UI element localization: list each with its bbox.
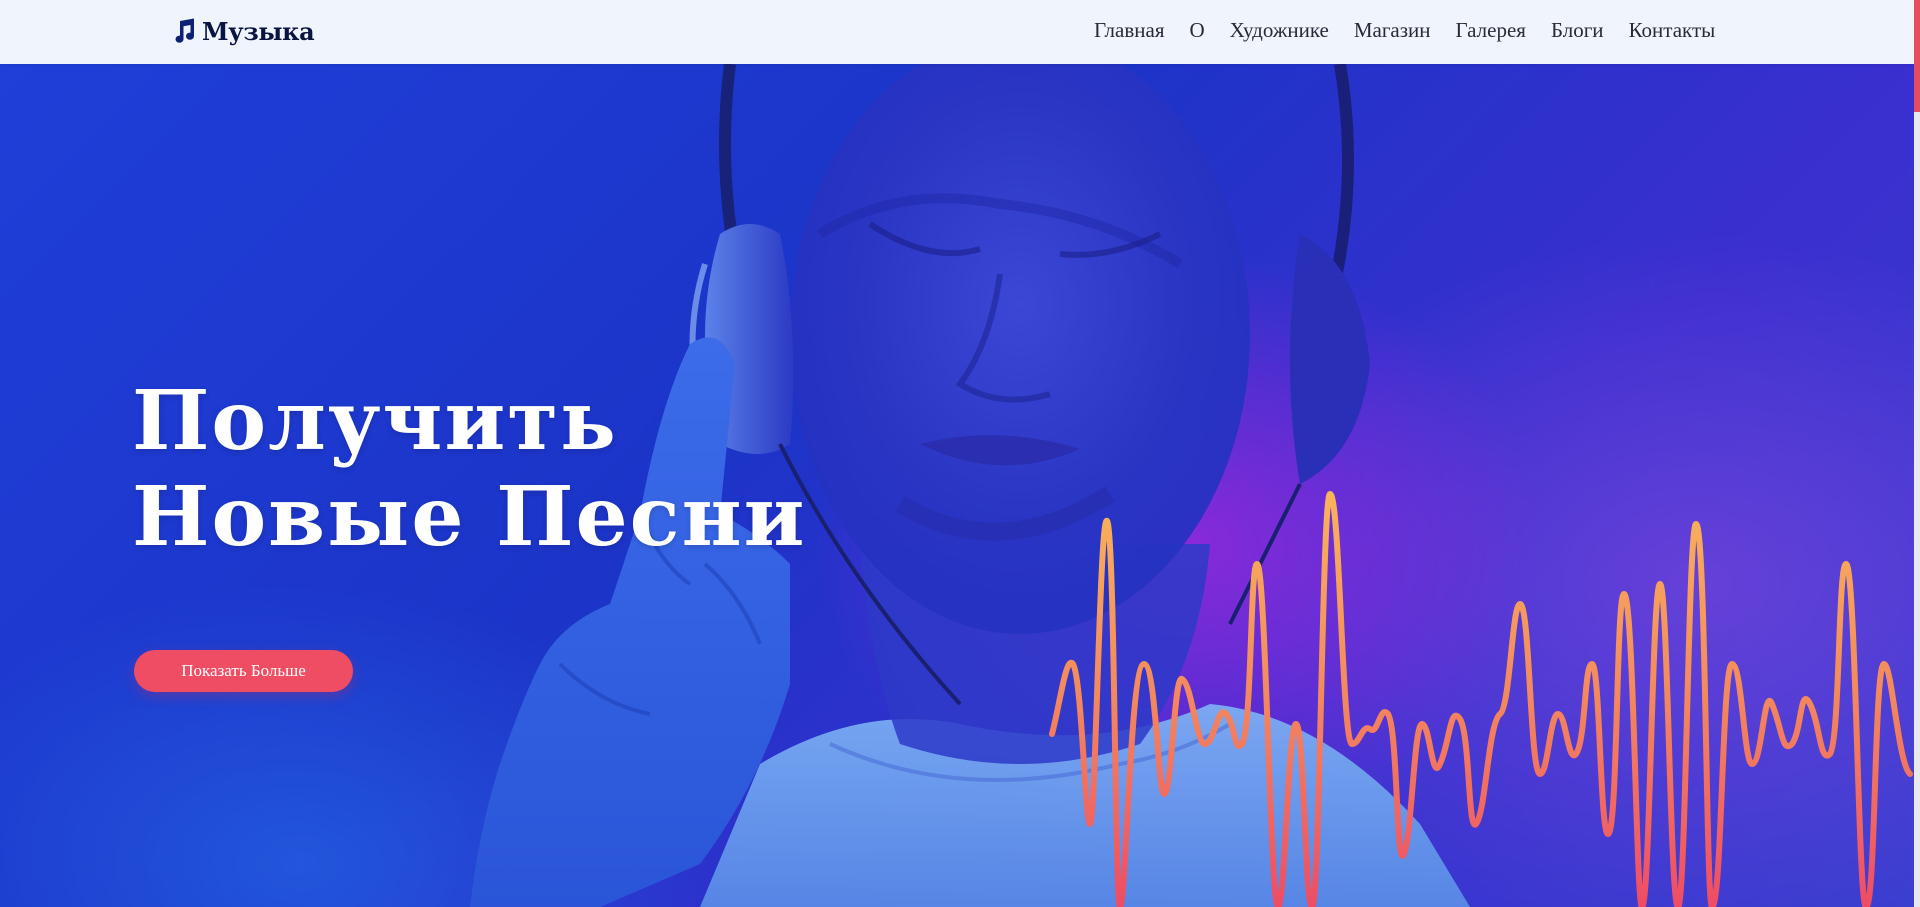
main-nav: Главная О Художнике Магазин Галерея Блог… [1094, 17, 1740, 43]
brand-logo[interactable]: Музыка [170, 13, 315, 49]
music-note-icon [175, 18, 195, 43]
hero-section: Получить Новые Песни Показать Больше [0, 64, 1914, 907]
nav-item-about[interactable]: О [1190, 17, 1205, 43]
brand-name: Музыка [202, 16, 315, 46]
nav-item-contacts[interactable]: Контакты [1629, 17, 1716, 43]
navbar: Музыка Главная О Художнике Магазин Галер… [0, 0, 1914, 64]
nav-item-blogs[interactable]: Блоги [1551, 17, 1604, 43]
show-more-button[interactable]: Показать Больше [134, 650, 353, 692]
page-scrollbar[interactable] [1914, 0, 1920, 907]
scrollbar-thumb[interactable] [1914, 0, 1920, 112]
nav-item-home[interactable]: Главная [1094, 17, 1165, 43]
hero-title-line-2: Новые Песни [132, 469, 807, 565]
nav-item-artist[interactable]: Художнике [1230, 17, 1329, 43]
nav-item-shop[interactable]: Магазин [1354, 17, 1431, 43]
hero-title-line-1: Получить [132, 373, 618, 469]
nav-item-gallery[interactable]: Галерея [1456, 17, 1526, 43]
hero-title: Получить Новые Песни [132, 373, 806, 565]
